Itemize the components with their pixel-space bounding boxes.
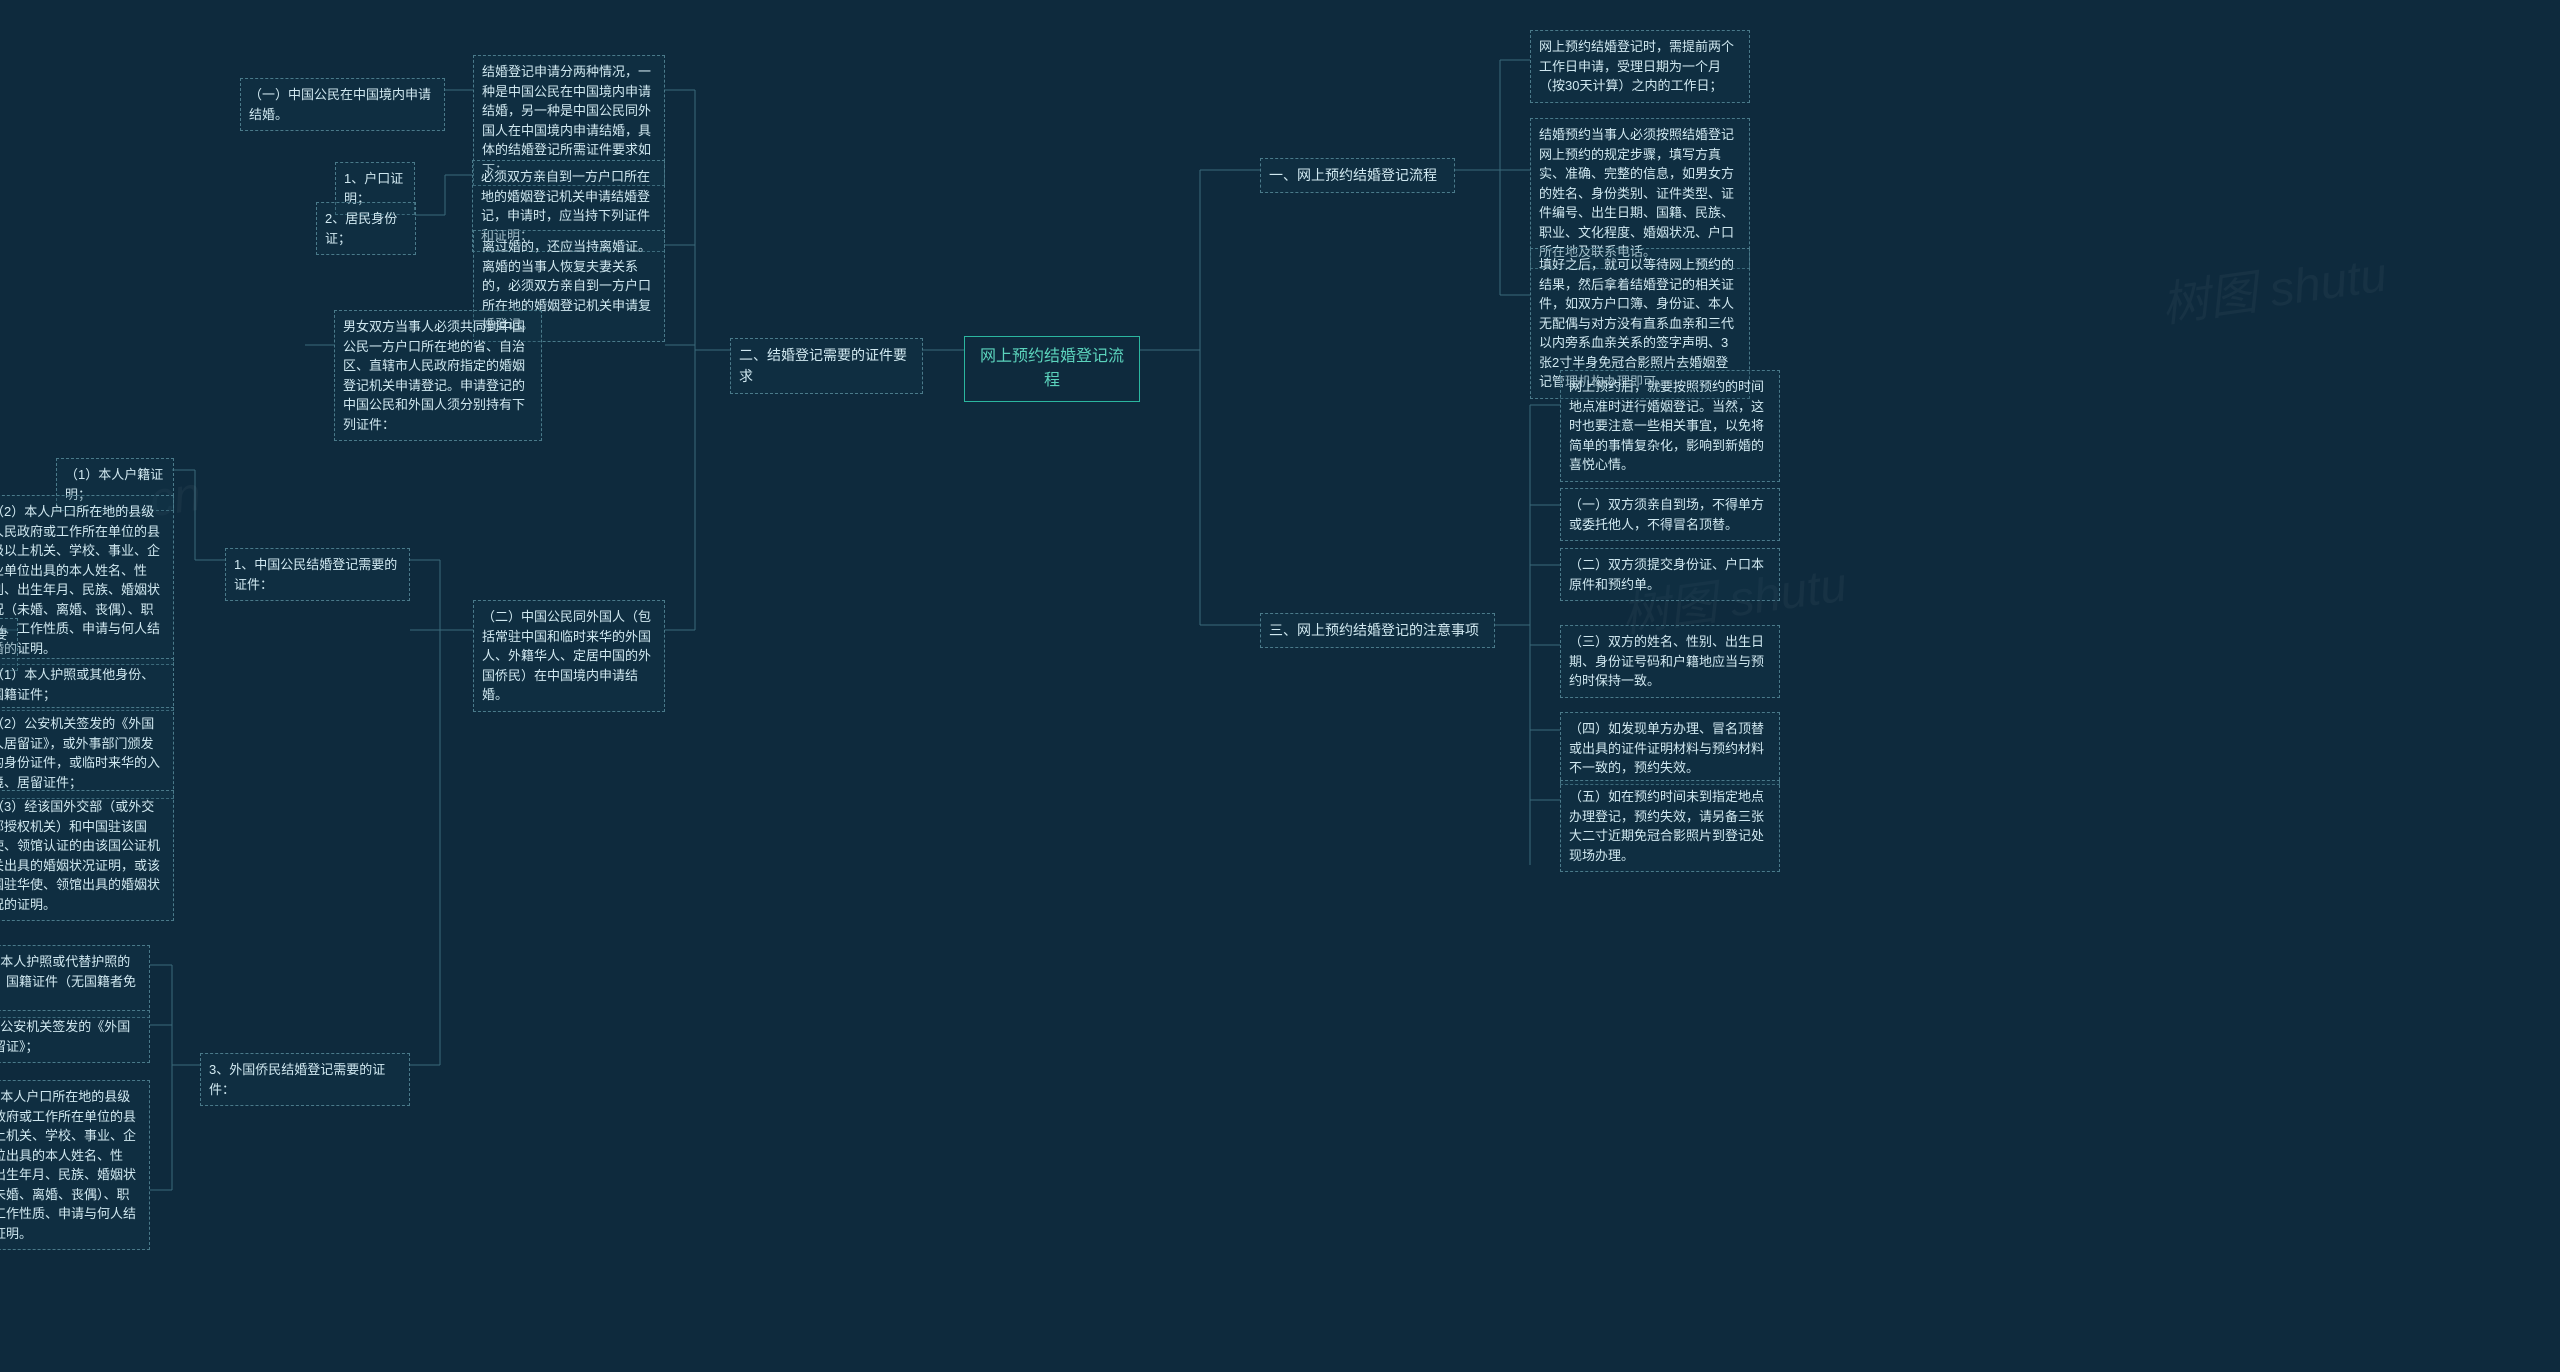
- b3-c4: （四）如发现单方办理、冒名顶替或出具的证件证明材料与预约材料不一致的，预约失效。: [1560, 712, 1780, 785]
- branch-1: 一、网上预约结婚登记流程: [1260, 158, 1455, 193]
- watermark: 树图 shutu: [2156, 235, 2390, 336]
- b2-ov-label: 3、外国侨民结婚登记需要的证件：: [200, 1053, 410, 1106]
- b2-cn-label: 1、中国公民结婚登记需要的证件：: [225, 548, 410, 601]
- b2-sec2-intro: 男女双方当事人必须共同到中国公民一方户口所在地的省、自治区、直辖市人民政府指定的…: [334, 310, 542, 441]
- b2-sec1-c2-label: 2、居民身份证；: [316, 202, 416, 255]
- b2-ov-c1: （1）本人护照或代替护照的身份、国籍证件（无国籍者免交）；: [0, 945, 150, 1018]
- b2-sec2-title: （二）中国公民同外国人（包括常驻中国和临时来华的外国人、外籍华人、定居中国的外国…: [473, 600, 665, 712]
- b1-c2: 结婚预约当事人必须按照结婚登记网上预约的规定步骤，填写方真实、准确、完整的信息，…: [1530, 118, 1750, 269]
- b2-ov-c2: （2）公安机关签发的《外国人居留证》；: [0, 1010, 150, 1063]
- b2-fr-c3: （3）经该国外交部（或外交部授权机关）和中国驻该国使、领馆认证的由该国公证机关出…: [0, 790, 174, 921]
- branch-3: 三、网上预约结婚登记的注意事项: [1260, 613, 1495, 648]
- b3-c3: （三）双方的姓名、性别、出生日期、身份证号码和户籍地应当与预约时保持一致。: [1560, 625, 1780, 698]
- b2-sec1-title: （一）中国公民在中国境内申请结婚。: [240, 78, 445, 131]
- b2-cn-c2: （2）本人户口所在地的县级人民政府或工作所在单位的县级以上机关、学校、事业、企业…: [0, 495, 174, 665]
- b2-ov-c3: （3）本人户口所在地的县级人民政府或工作所在单位的县级以上机关、学校、事业、企业…: [0, 1080, 150, 1250]
- b3-intro: 网上预约后，就要按照预约的时间地点准时进行婚姻登记。当然，这时也要注意一些相关事…: [1560, 370, 1780, 482]
- b3-c2: （二）双方须提交身份证、户口本原件和预约单。: [1560, 548, 1780, 601]
- b3-c1: （一）双方须亲自到场，不得单方或委托他人，不得冒名顶替。: [1560, 488, 1780, 541]
- b3-c5: （五）如在预约时间未到指定地点办理登记，预约失效，请另备三张大二寸近期免冠合影照…: [1560, 780, 1780, 872]
- root-node: 网上预约结婚登记流程: [964, 336, 1140, 402]
- b2-fr-c1: （1）本人护照或其他身份、国籍证件；: [0, 658, 174, 711]
- b1-c1: 网上预约结婚登记时，需提前两个工作日申请，受理日期为一个月（按30天计算）之内的…: [1530, 30, 1750, 103]
- branch-2: 二、结婚登记需要的证件要求: [730, 338, 923, 394]
- b2-fr-c2: （2）公安机关签发的《外国人居留证》，或外事部门颁发的身份证件，或临时来华的入境…: [0, 707, 174, 799]
